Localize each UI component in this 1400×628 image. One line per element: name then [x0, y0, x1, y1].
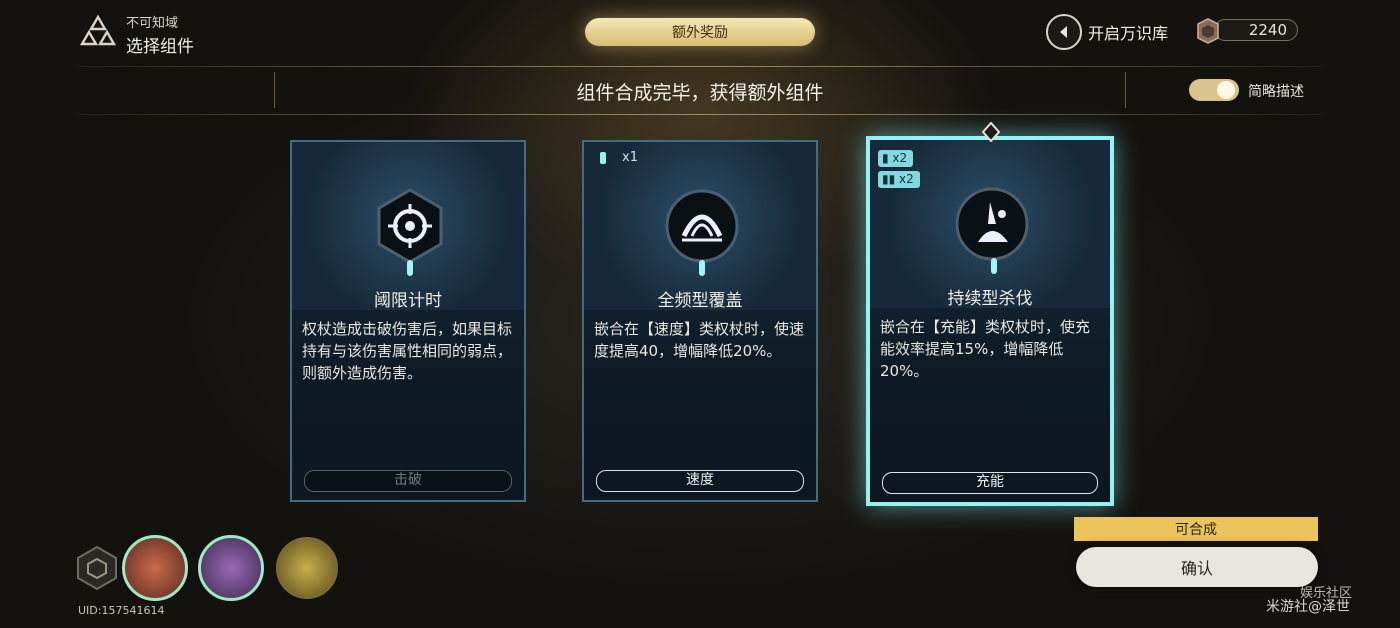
blessing-orb-1[interactable] — [122, 535, 188, 601]
blessing-orb-2[interactable] — [198, 535, 264, 601]
card-description: 权杖造成击破伤害后，如果目标持有与该伤害属性相同的弱点，则额外造成伤害。 — [302, 320, 513, 382]
card-name: 持续型杀伐 — [947, 289, 1033, 309]
component-hex-icon[interactable] — [74, 545, 120, 591]
archive-label[interactable]: 开启万识库 — [1088, 20, 1168, 44]
slot-indicator — [407, 260, 413, 276]
user-id: UID:157541614 — [78, 604, 165, 617]
tab-extra-reward[interactable]: 额外奖励 — [585, 18, 815, 46]
card-description: 嵌合在【充能】类权杖时，使充能效率提高15%，增幅降低20%。 — [880, 318, 1091, 380]
slot-indicator — [699, 260, 705, 276]
badge-count: x2 — [892, 151, 908, 165]
crosshair-icon — [370, 186, 450, 266]
herta-logo-icon — [78, 12, 118, 52]
card-type-tag: 击破 — [304, 470, 512, 492]
card-description: 嵌合在【速度】类权杖时，使速度提高40，增幅降低20%。 — [594, 320, 805, 360]
merge-status-badge: 可合成 — [1074, 517, 1318, 541]
burst-icon — [952, 184, 1032, 264]
component-card-1[interactable]: 阈限计时 权杖造成击破伤害后，如果目标持有与该伤害属性相同的弱点，则额外造成伤害… — [290, 140, 526, 502]
badge-count: x2 — [899, 172, 914, 186]
divider-top — [78, 66, 1322, 67]
dome-icon — [662, 186, 742, 266]
cosmic-fragment-icon — [1192, 16, 1224, 46]
component-count-badge: ▮▮ x2 — [878, 171, 920, 188]
component-card-3[interactable]: ▮ x2 ▮▮ x2 持续型杀伐 嵌合在【充能】类权杖时，使充能效率提高15%，… — [866, 136, 1114, 506]
toggle-label: 简略描述 — [1248, 84, 1304, 100]
archive-button[interactable] — [1046, 14, 1082, 50]
card-name: 阈限计时 — [374, 291, 442, 311]
page-title: 选择组件 — [126, 37, 194, 57]
card-type-tag: 充能 — [882, 472, 1098, 494]
currency-counter: 2240 — [1214, 19, 1298, 41]
region-subtitle: 不可知域 — [126, 16, 179, 31]
component-card-2[interactable]: x1 全频型覆盖 嵌合在【速度】类权杖时，使速度提高40，增幅降低20%。 速度 — [582, 140, 818, 502]
card-name: 全频型覆盖 — [657, 291, 743, 311]
slot-indicator — [991, 258, 997, 274]
component-count-badge: x1 — [622, 150, 638, 165]
divider-bottom — [78, 114, 1322, 115]
component-count-badge: ▮ x2 — [878, 150, 914, 167]
watermark-secondary: 娱乐社区 — [1300, 586, 1353, 601]
blessing-orb-3[interactable] — [276, 537, 338, 599]
selection-marker-icon — [981, 121, 1001, 146]
card-type-tag: 速度 — [596, 470, 804, 492]
confirm-button[interactable]: 确认 — [1076, 547, 1318, 587]
slot-icon — [600, 152, 606, 164]
back-arrow-icon — [1060, 26, 1067, 38]
toggle-knob — [1217, 81, 1235, 99]
